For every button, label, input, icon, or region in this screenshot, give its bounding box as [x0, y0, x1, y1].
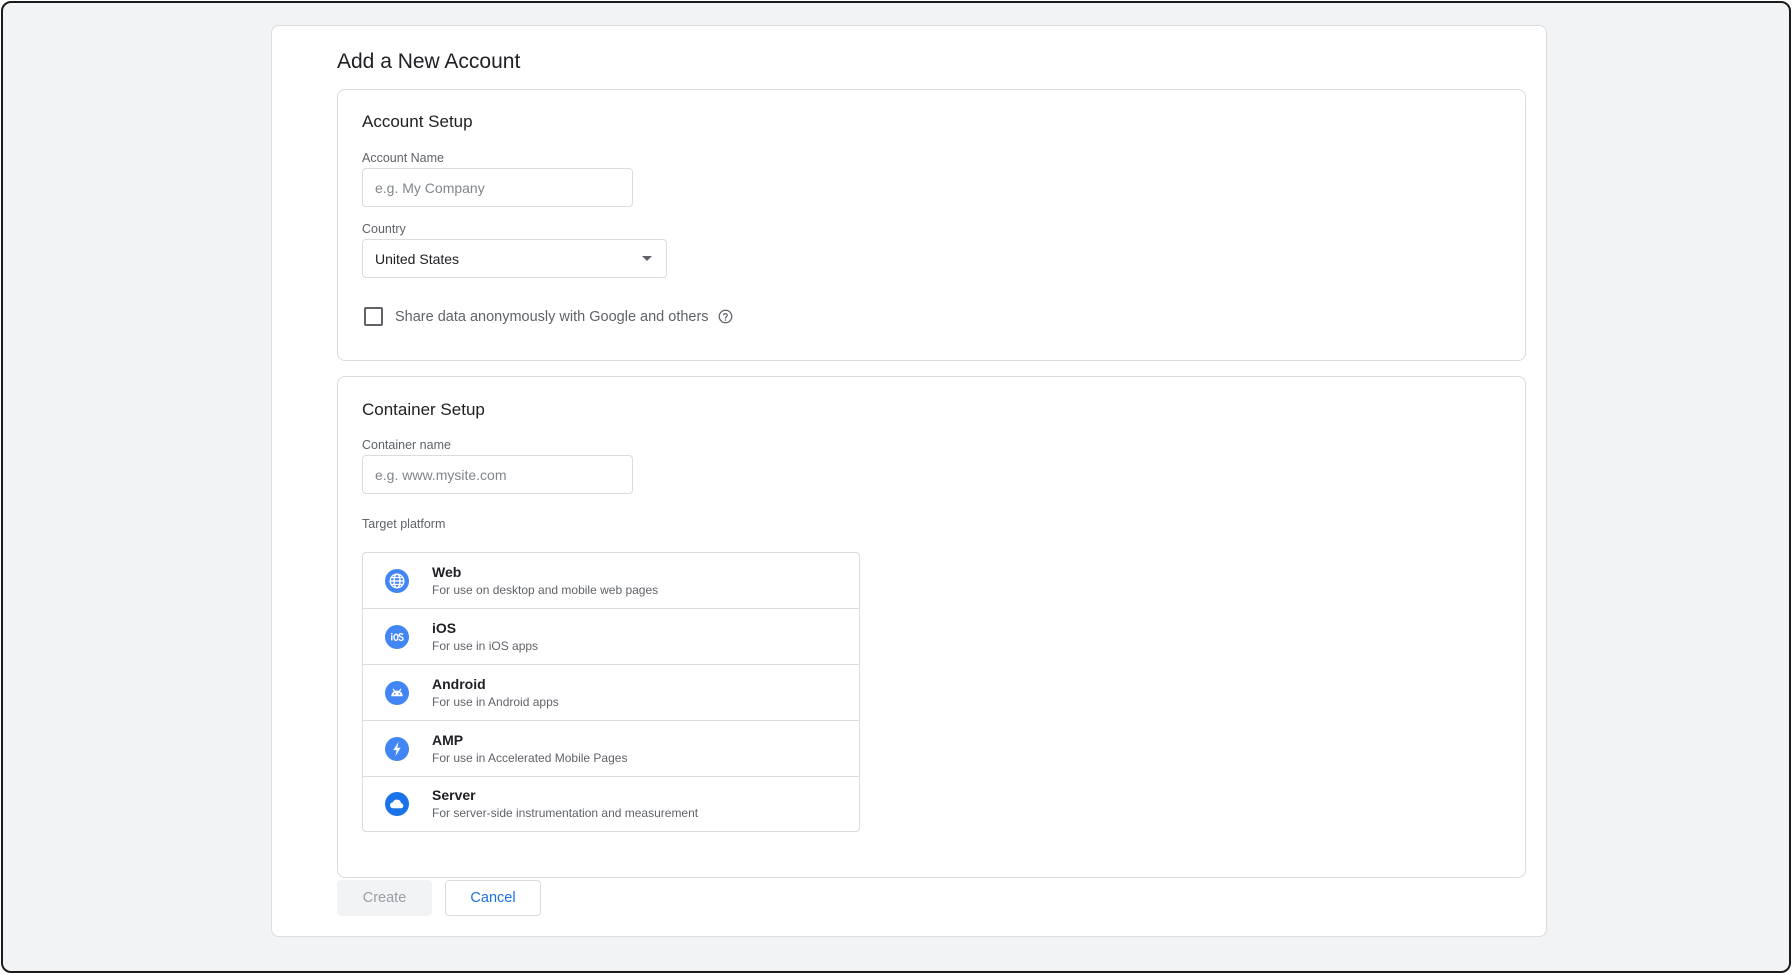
container-name-input[interactable]	[362, 455, 633, 494]
ios-icon	[385, 624, 409, 649]
target-platform-list: Web For use on desktop and mobile web pa…	[362, 552, 860, 832]
page-title: Add a New Account	[337, 50, 521, 73]
add-account-card: Add a New Account Account Setup Account …	[271, 25, 1547, 937]
platform-description: For use in Accelerated Mobile Pages	[432, 750, 628, 765]
container-setup-section: Container Setup Container name Target pl…	[337, 376, 1526, 878]
platform-name: Web	[432, 563, 462, 580]
container-name-label: Container name	[362, 438, 451, 452]
help-circle-icon[interactable]	[718, 309, 733, 324]
cloud-icon	[385, 792, 409, 816]
dropdown-arrow-icon	[642, 256, 652, 261]
android-icon	[385, 680, 409, 705]
platform-name: iOS	[432, 619, 457, 636]
platform-description: For server-side instrumentation and meas…	[432, 806, 699, 820]
create-button[interactable]: Create	[337, 880, 432, 916]
platform-option-amp[interactable]: AMP For use in Accelerated Mobile Pages	[363, 721, 859, 777]
target-platform-label: Target platform	[362, 517, 446, 531]
account-setup-section: Account Setup Account Name Country Unite…	[337, 89, 1526, 361]
share-data-label[interactable]: Share data anonymously with Google and o…	[395, 309, 709, 325]
account-name-label: Account Name	[362, 151, 444, 165]
amp-bolt-icon	[385, 736, 409, 761]
country-label: Country	[362, 222, 406, 236]
platform-description: For use in iOS apps	[432, 638, 539, 653]
platform-option-android[interactable]: Android For use in Android apps	[363, 665, 859, 721]
globe-icon	[385, 568, 409, 593]
platform-name: Server	[432, 787, 476, 803]
account-setup-title: Account Setup	[362, 112, 473, 131]
platform-name: AMP	[432, 731, 464, 748]
platform-option-web[interactable]: Web For use on desktop and mobile web pa…	[363, 553, 859, 609]
platform-description: For use in Android apps	[432, 694, 559, 709]
platform-option-server[interactable]: Server For server-side instrumentation a…	[363, 777, 859, 831]
account-name-input[interactable]	[362, 168, 633, 207]
share-data-checkbox[interactable]	[364, 307, 383, 326]
platform-name: Android	[432, 675, 486, 692]
country-select[interactable]: United States	[362, 239, 667, 278]
container-setup-title: Container Setup	[362, 400, 485, 419]
cancel-button[interactable]: Cancel	[445, 880, 541, 916]
platform-option-ios[interactable]: iOS For use in iOS apps	[363, 609, 859, 665]
platform-description: For use on desktop and mobile web pages	[432, 582, 659, 597]
share-data-row: Share data anonymously with Google and o…	[364, 307, 733, 326]
app-frame: Add a New Account Account Setup Account …	[1, 1, 1791, 973]
country-selected-value: United States	[375, 250, 460, 267]
